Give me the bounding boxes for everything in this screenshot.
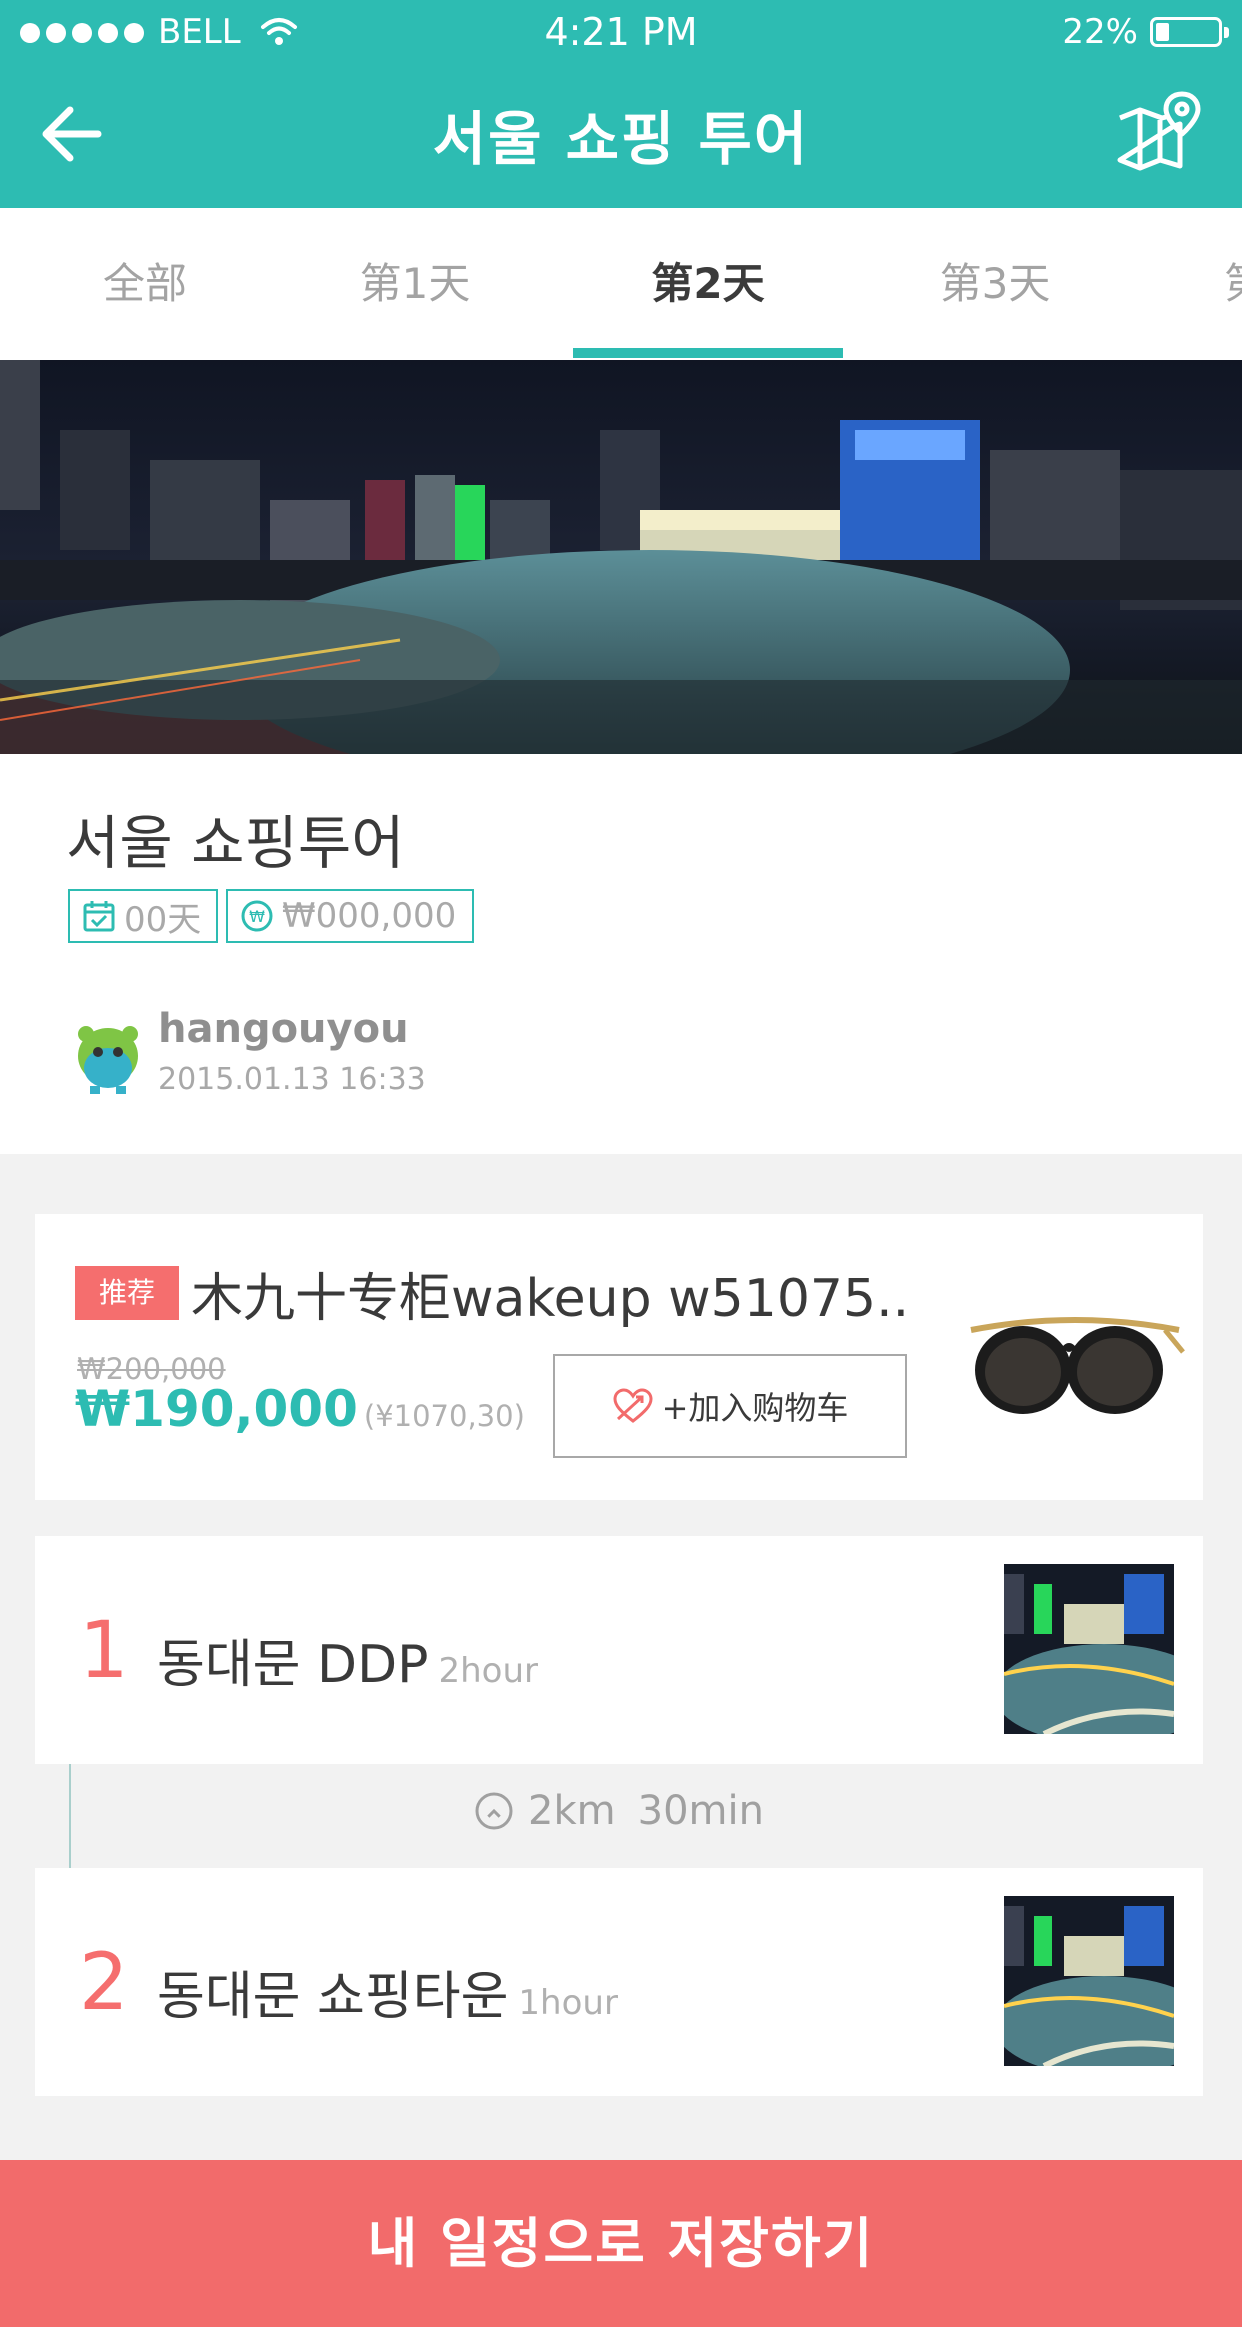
spot-thumbnail: [1004, 1896, 1174, 2066]
sunglasses-image: [970, 1317, 1185, 1414]
route-distance: 2km: [528, 1788, 616, 1834]
spot-name-row: 동대문 쇼핑타운 1hour: [157, 1954, 618, 2029]
spot-name: 동대문 DDP: [157, 1635, 429, 1695]
spot-item[interactable]: 2 동대문 쇼핑타운 1hour: [35, 1868, 1203, 2096]
price: ₩190,000: [75, 1380, 358, 1438]
add-to-cart-button[interactable]: +加入购物车: [553, 1354, 907, 1458]
clock-icon: [475, 1792, 513, 1830]
author-avatar[interactable]: [70, 1016, 146, 1096]
author-date: 2015.01.13 16:33: [158, 1062, 426, 1097]
battery-percent: 22%: [1062, 12, 1138, 52]
days-tag: 00天: [68, 889, 218, 943]
tab-day-4[interactable]: 第: [1224, 208, 1242, 360]
spot-name: 동대문 쇼핑타운: [157, 1967, 509, 2027]
save-itinerary-button[interactable]: 내 일정으로 저장하기: [0, 2160, 1242, 2327]
spot-number: 2: [79, 1938, 129, 2028]
budget-tag: ₩ ₩000,000: [226, 889, 474, 943]
calendar-icon: [83, 901, 115, 932]
spot-item[interactable]: 1 동대문 DDP 2hour: [35, 1536, 1203, 1764]
plan-info: 서울 쇼핑투어 00天 ₩ ₩000,000 hangouyou 2015.01…: [0, 754, 1242, 1154]
recommend-badge: 推荐: [75, 1266, 179, 1320]
spot-duration: 1hour: [518, 1983, 618, 2023]
tab-day-2[interactable]: 第2天: [600, 208, 816, 360]
map-button[interactable]: [1114, 90, 1204, 172]
hero-image: [0, 360, 1242, 754]
status-right: 22%: [1062, 12, 1229, 52]
battery-icon: [1150, 17, 1229, 47]
battery-fill: [1156, 23, 1169, 41]
cart-label: +加入购物车: [661, 1389, 849, 1427]
status-bar: BELL 4:21 PM 22%: [0, 0, 1242, 62]
route-time: 30min: [637, 1788, 764, 1834]
spot-thumbnail: [1004, 1564, 1174, 1734]
header: BELL 4:21 PM 22% 서울 쇼핑 투어: [0, 0, 1242, 208]
status-time: 4:21 PM: [544, 10, 698, 54]
tab-day-1[interactable]: 第1天: [310, 208, 520, 360]
product-card[interactable]: 推荐 木九十专柜wakeup w51075.. ₩200,000 ₩190,00…: [35, 1214, 1203, 1500]
route-info: 2km 30min: [35, 1788, 1203, 1834]
won-coin-icon: ₩: [241, 900, 273, 932]
price-cny: (¥1070,30): [363, 1399, 525, 1433]
author-name[interactable]: hangouyou: [158, 1006, 409, 1052]
route-segment: 2km 30min: [35, 1764, 1203, 1868]
budget-value: ₩000,000: [282, 896, 457, 936]
price-row: ₩190,000 (¥1070,30): [75, 1380, 525, 1438]
days-value: 00天: [124, 899, 202, 940]
spot-duration: 2hour: [438, 1651, 539, 1691]
plan-title: 서울 쇼핑투어: [66, 809, 405, 877]
spot-number: 1: [79, 1606, 129, 1696]
heart-arrow-icon: [613, 1388, 653, 1423]
active-tab-indicator: [573, 348, 843, 358]
tab-day-3[interactable]: 第3天: [890, 208, 1100, 360]
svg-text:₩: ₩: [249, 907, 265, 926]
spot-name-row: 동대문 DDP 2hour: [157, 1622, 538, 1697]
day-tabs: 全部 第1天 第2天 第3天 第: [0, 208, 1242, 360]
tab-all[interactable]: 全部: [40, 208, 250, 360]
product-title: 木九十专柜wakeup w51075..: [191, 1269, 910, 1329]
app: BELL 4:21 PM 22% 서울 쇼핑 투어 全部 第1天 第2天 第3天…: [0, 0, 1242, 2327]
page-title: 서울 쇼핑 투어: [432, 105, 810, 173]
map-pin-icon: [1117, 91, 1201, 171]
